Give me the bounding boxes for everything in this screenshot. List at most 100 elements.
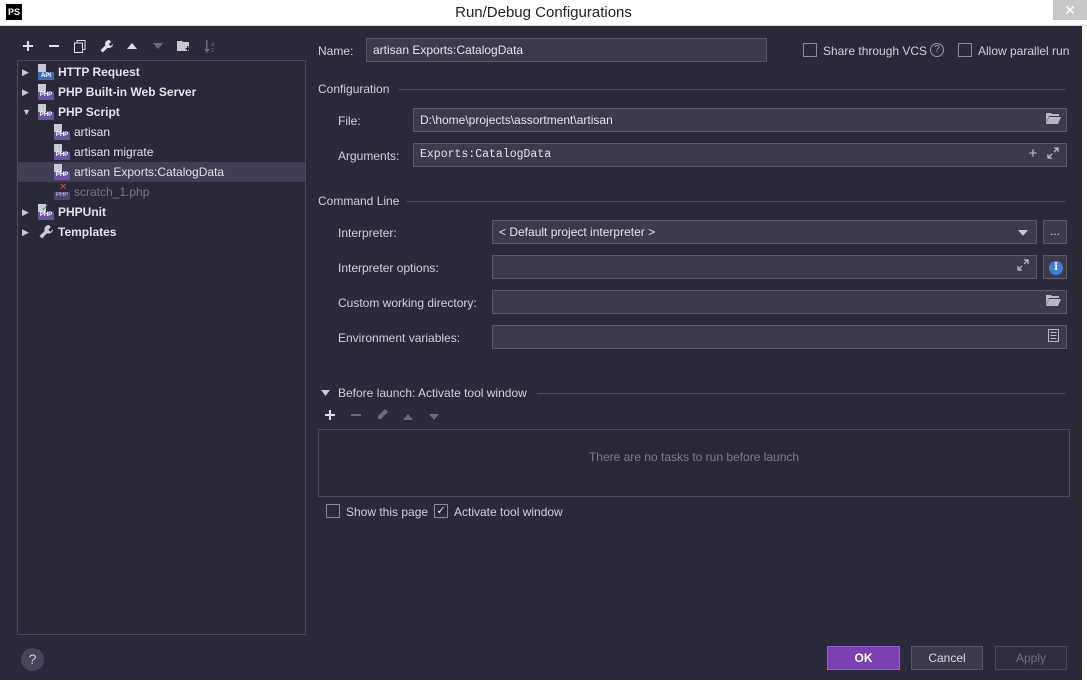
- help-button[interactable]: ?: [21, 648, 44, 671]
- allow-parallel-run-label: Allow parallel run: [978, 44, 1070, 58]
- chevron-down-icon: [1018, 230, 1028, 236]
- file-field[interactable]: D:\home\projects\assortment\artisan: [413, 108, 1067, 132]
- show-this-page-checkbox[interactable]: [326, 504, 340, 518]
- php-script-icon: PHP: [54, 144, 70, 160]
- interpreter-options-label: Interpreter options:: [338, 261, 439, 275]
- tree-item-artisan[interactable]: PHP artisan: [18, 122, 305, 142]
- arguments-field[interactable]: Exports:CatalogData +: [413, 143, 1067, 167]
- tree-item-label: artisan Exports:CatalogData: [74, 165, 225, 179]
- move-down-button[interactable]: [148, 36, 168, 56]
- allow-parallel-run-checkbox[interactable]: [958, 43, 972, 57]
- apply-button[interactable]: Apply: [995, 646, 1067, 670]
- cancel-button[interactable]: Cancel: [911, 646, 983, 670]
- php-script-icon: PHP: [54, 164, 70, 180]
- expand-arrow-icon[interactable]: ▶: [22, 87, 32, 98]
- tree-item-php-built-in-web-server[interactable]: ▶ PHP PHP Built-in Web Server: [18, 82, 305, 102]
- arrow-up-icon: [127, 43, 137, 49]
- php-script-icon: PHP: [54, 124, 70, 140]
- show-this-page-label: Show this page: [346, 505, 429, 519]
- configuration-section-title: Configuration: [318, 82, 390, 96]
- before-launch-tasks-list[interactable]: There are no tasks to run before launch: [318, 429, 1070, 497]
- tree-item-label: artisan: [74, 125, 111, 139]
- api-icon: API: [38, 64, 54, 80]
- tree-item-phpunit[interactable]: ▶ ✓ PHP PHPUnit: [18, 202, 305, 222]
- collapse-arrow-icon[interactable]: ▼: [22, 107, 32, 117]
- pencil-icon: [377, 409, 388, 419]
- new-folder-button[interactable]: [174, 36, 194, 56]
- share-vcs-help-icon[interactable]: ?: [930, 43, 944, 57]
- tree-item-templates[interactable]: ▶ Templates: [18, 222, 305, 242]
- interpreter-dropdown[interactable]: < Default project interpreter >: [492, 220, 1037, 244]
- expand-arrow-icon[interactable]: ▶: [22, 227, 32, 238]
- plus-icon: [23, 41, 33, 51]
- copy-configuration-button[interactable]: [70, 36, 90, 56]
- before-launch-title[interactable]: Before launch: Activate tool window: [338, 386, 527, 400]
- share-vcs-label: Share through VCS: [823, 44, 928, 58]
- plus-icon: [325, 410, 335, 420]
- svg-text:z: z: [211, 47, 214, 53]
- tree-item-label: scratch_1.php: [74, 185, 150, 199]
- arguments-label: Arguments:: [338, 149, 400, 163]
- add-task-button[interactable]: [320, 406, 340, 426]
- configurations-tree: ▶ API HTTP Request ▶ PHP PHP Built-in We…: [17, 60, 306, 635]
- name-label: Name:: [318, 44, 354, 58]
- tree-item-label: PHP Script: [58, 105, 120, 119]
- sort-button[interactable]: az: [200, 36, 220, 56]
- window-close-button[interactable]: ✕: [1053, 0, 1087, 20]
- tree-item-http-request[interactable]: ▶ API HTTP Request: [18, 62, 305, 82]
- environment-variables-field[interactable]: [492, 325, 1067, 349]
- info-icon: i: [1049, 261, 1063, 275]
- expand-arrow-icon[interactable]: ▶: [22, 207, 32, 218]
- document-list-icon[interactable]: [1045, 329, 1061, 345]
- arguments-field-value: Exports:CatalogData: [420, 148, 552, 161]
- name-field[interactable]: artisan Exports:CatalogData: [366, 38, 767, 62]
- php-icon: PHP: [38, 104, 54, 120]
- add-configuration-button[interactable]: [18, 36, 38, 56]
- activate-tool-window-checkbox[interactable]: ✓: [434, 504, 448, 518]
- folder-open-icon[interactable]: [1045, 294, 1061, 310]
- new-folder-icon: [177, 41, 190, 51]
- ok-button[interactable]: OK: [827, 646, 900, 670]
- window-title-bar: PS Run/Debug Configurations ✕: [0, 0, 1087, 26]
- interpreter-options-info-button[interactable]: i: [1043, 255, 1067, 279]
- move-task-up-button[interactable]: [398, 406, 418, 426]
- tree-item-label: PHPUnit: [58, 205, 106, 219]
- command-line-separator: [406, 201, 1066, 202]
- tree-item-label: artisan migrate: [74, 145, 154, 159]
- interpreter-label: Interpreter:: [338, 226, 397, 240]
- before-launch-toolbar: [320, 406, 444, 426]
- empty-tasks-message: There are no tasks to run before launch: [588, 450, 800, 464]
- tree-item-artisan-exports-catalogdata[interactable]: PHP artisan Exports:CatalogData: [18, 162, 305, 182]
- interpreter-more-button[interactable]: ...: [1043, 220, 1067, 244]
- php-icon: PHP: [38, 84, 54, 100]
- interpreter-options-field[interactable]: [492, 255, 1037, 279]
- remove-configuration-button[interactable]: [44, 36, 64, 56]
- collapse-before-launch-icon[interactable]: [321, 390, 330, 396]
- php-error-icon: PHP ✕: [54, 182, 70, 200]
- window-bottom-border: [0, 680, 1087, 687]
- interpreter-selected-value: < Default project interpreter >: [499, 225, 656, 239]
- expand-icon[interactable]: [1045, 147, 1061, 163]
- before-launch-separator: [537, 393, 1066, 394]
- remove-task-button[interactable]: [346, 406, 366, 426]
- move-up-button[interactable]: [122, 36, 142, 56]
- arrow-down-icon: [429, 414, 439, 420]
- edit-task-button[interactable]: [372, 406, 392, 426]
- folder-open-icon[interactable]: [1045, 112, 1061, 128]
- arrow-down-icon: [153, 43, 163, 49]
- tree-item-scratch-1-php[interactable]: PHP ✕ scratch_1.php: [18, 182, 305, 202]
- tree-item-label: HTTP Request: [58, 65, 140, 79]
- move-task-down-button[interactable]: [424, 406, 444, 426]
- insert-macro-plus-icon[interactable]: +: [1025, 147, 1041, 163]
- wrench-icon: [38, 224, 54, 240]
- sort-icon: az: [204, 39, 215, 53]
- expand-icon[interactable]: [1015, 259, 1031, 275]
- expand-arrow-icon[interactable]: ▶: [22, 67, 32, 78]
- tree-item-artisan-migrate[interactable]: PHP artisan migrate: [18, 142, 305, 162]
- share-vcs-checkbox[interactable]: [803, 43, 817, 57]
- file-label: File:: [338, 114, 361, 128]
- edit-defaults-button[interactable]: [96, 36, 116, 56]
- tree-item-php-script[interactable]: ▼ PHP PHP Script: [18, 102, 305, 122]
- working-directory-field[interactable]: [492, 290, 1067, 314]
- activate-tool-window-label: Activate tool window: [454, 505, 563, 519]
